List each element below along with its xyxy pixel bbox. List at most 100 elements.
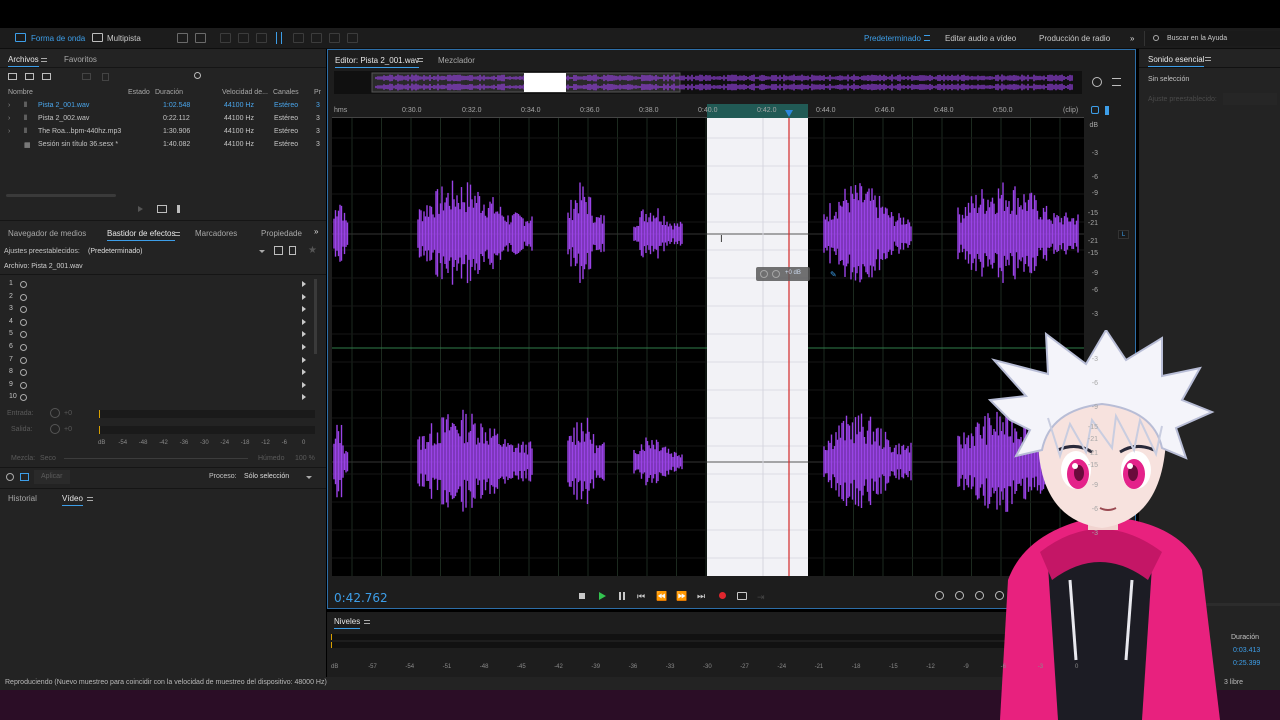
- snap-icon[interactable]: [1091, 106, 1099, 114]
- preset-dropdown[interactable]: [1223, 93, 1277, 105]
- effect-menu-arrow-icon[interactable]: [302, 381, 306, 388]
- play-icon[interactable]: [599, 592, 606, 600]
- power-icon[interactable]: [20, 293, 27, 301]
- tab-files[interactable]: Archivos: [8, 55, 39, 67]
- panel-menu-icon[interactable]: [87, 497, 93, 501]
- delete-file-icon[interactable]: [102, 73, 109, 81]
- workspace-menu-icon[interactable]: [924, 35, 930, 41]
- help-search-input[interactable]: Buscar en la Ayuda: [1167, 35, 1227, 42]
- help-search-box[interactable]: Buscar en la Ayuda: [1144, 31, 1280, 46]
- effect-slot[interactable]: 6: [0, 341, 318, 354]
- file-row[interactable]: › ⫴ Pista 2_001.wav 1:02.548 44100 Hz Es…: [0, 100, 326, 113]
- power-icon[interactable]: [20, 331, 27, 339]
- effect-slot[interactable]: 8: [0, 366, 318, 379]
- open-folder-icon[interactable]: [8, 73, 17, 80]
- stop-icon[interactable]: [579, 593, 585, 599]
- power-icon[interactable]: [20, 306, 27, 314]
- file-row[interactable]: › ⫴ The Roa...bpm-440hz.mp3 1:30.906 441…: [0, 126, 326, 139]
- tab-media-browser[interactable]: Navegador de medios: [8, 229, 86, 238]
- effect-menu-arrow-icon[interactable]: [302, 369, 306, 376]
- skip-next-icon[interactable]: ⏭: [697, 591, 705, 602]
- delete-preset-icon[interactable]: [289, 246, 296, 255]
- lasso-tool-icon[interactable]: [311, 33, 322, 43]
- column-duration[interactable]: Duración: [155, 89, 183, 96]
- effect-slot[interactable]: 1: [0, 278, 318, 291]
- workspace-default-tab[interactable]: Predeterminado: [864, 34, 921, 43]
- skip-selection-icon[interactable]: ⇥: [757, 592, 765, 603]
- effect-slot[interactable]: 4: [0, 316, 318, 329]
- zoom-navigator-icon[interactable]: [1092, 77, 1102, 87]
- column-sample-rate[interactable]: Velocidad de...: [222, 89, 268, 96]
- playhead-marker-icon[interactable]: [785, 110, 793, 117]
- effect-slot[interactable]: 10: [0, 391, 318, 404]
- save-preset-icon[interactable]: [274, 246, 283, 255]
- effect-menu-arrow-icon[interactable]: [302, 394, 306, 401]
- current-time-display[interactable]: 0:42.762: [334, 591, 388, 605]
- rack-list-icon[interactable]: [20, 473, 29, 481]
- favorite-star-icon[interactable]: ★: [308, 245, 317, 256]
- slip-tool-icon[interactable]: [256, 33, 267, 43]
- pin-hud-icon[interactable]: ✎: [830, 270, 837, 279]
- output-gain-knob[interactable]: [50, 424, 60, 434]
- preview-play-icon[interactable]: [138, 206, 143, 212]
- mix-slider[interactable]: [64, 458, 248, 459]
- files-scrollbar[interactable]: [6, 194, 116, 197]
- move-tool-icon[interactable]: [220, 33, 231, 43]
- multitrack-view-button[interactable]: Multipista: [107, 34, 141, 43]
- marker-icon[interactable]: [1105, 106, 1109, 115]
- spectral-pitch-icon[interactable]: [195, 33, 206, 43]
- tab-history[interactable]: Historial: [8, 494, 37, 503]
- panel-menu-icon[interactable]: [364, 620, 370, 624]
- navigator-menu-icon[interactable]: [1112, 78, 1121, 86]
- effect-menu-arrow-icon[interactable]: [302, 356, 306, 363]
- waveform-view-button[interactable]: Forma de onda: [31, 34, 85, 43]
- workspace-edit-video-tab[interactable]: Editar audio a vídeo: [945, 34, 1016, 43]
- rewind-icon[interactable]: ⏪: [656, 591, 667, 602]
- panel-menu-icon[interactable]: [41, 58, 47, 62]
- record-icon[interactable]: [719, 592, 726, 599]
- column-status[interactable]: Estado: [128, 89, 150, 96]
- insert-multitrack-icon[interactable]: [82, 73, 91, 80]
- panel-menu-icon[interactable]: [174, 232, 180, 236]
- rack-power-icon[interactable]: [6, 473, 14, 481]
- effect-menu-arrow-icon[interactable]: [302, 318, 306, 325]
- panel-menu-icon[interactable]: [417, 58, 423, 62]
- process-dropdown[interactable]: Sólo selección: [242, 470, 316, 484]
- razor-tool-icon[interactable]: [238, 33, 249, 43]
- pause-icon[interactable]: [619, 592, 625, 600]
- channel-left-toggle[interactable]: L: [1118, 230, 1129, 239]
- new-file-icon[interactable]: [42, 73, 51, 80]
- tab-properties[interactable]: Propiedade: [261, 229, 302, 238]
- tab-favorites[interactable]: Favoritos: [64, 55, 97, 64]
- marquee-tool-icon[interactable]: [293, 33, 304, 43]
- power-icon[interactable]: [20, 394, 27, 402]
- power-icon[interactable]: [20, 318, 27, 326]
- effect-menu-arrow-icon[interactable]: [302, 281, 306, 287]
- time-selection-tool-icon[interactable]: [276, 32, 282, 44]
- effect-slot[interactable]: 9: [0, 379, 318, 392]
- import-file-icon[interactable]: [25, 73, 34, 80]
- effect-slot[interactable]: 2: [0, 291, 318, 304]
- skip-previous-icon[interactable]: ⏮: [637, 591, 645, 602]
- time-selection[interactable]: [707, 118, 808, 576]
- preview-loop-icon[interactable]: [157, 205, 167, 213]
- effect-slot[interactable]: 3: [0, 303, 318, 316]
- fast-forward-icon[interactable]: ⏩: [676, 591, 687, 602]
- tab-editor[interactable]: Editor: Pista 2_001.wav: [335, 56, 420, 68]
- tab-markers[interactable]: Marcadores: [195, 229, 237, 238]
- effect-menu-arrow-icon[interactable]: [302, 344, 306, 350]
- preview-volume-icon[interactable]: [177, 205, 187, 213]
- effect-slot[interactable]: 5: [0, 328, 318, 341]
- file-row[interactable]: › ⫴ Pista 2_002.wav 0:22.112 44100 Hz Es…: [0, 113, 326, 126]
- effect-menu-arrow-icon[interactable]: [302, 331, 306, 338]
- power-icon[interactable]: [20, 356, 27, 364]
- spectral-frequency-icon[interactable]: [177, 33, 188, 43]
- column-name[interactable]: Nombre: [8, 89, 33, 96]
- tab-video[interactable]: Vídeo: [62, 494, 83, 506]
- volume-knob-icon[interactable]: [760, 270, 768, 278]
- apply-button[interactable]: Aplicar: [34, 470, 70, 484]
- effect-slot[interactable]: 7: [0, 354, 318, 367]
- presets-dropdown[interactable]: (Predeterminado): [86, 245, 268, 257]
- tab-effects-rack[interactable]: Bastidor de efectos: [107, 229, 176, 241]
- power-icon[interactable]: [20, 281, 27, 288]
